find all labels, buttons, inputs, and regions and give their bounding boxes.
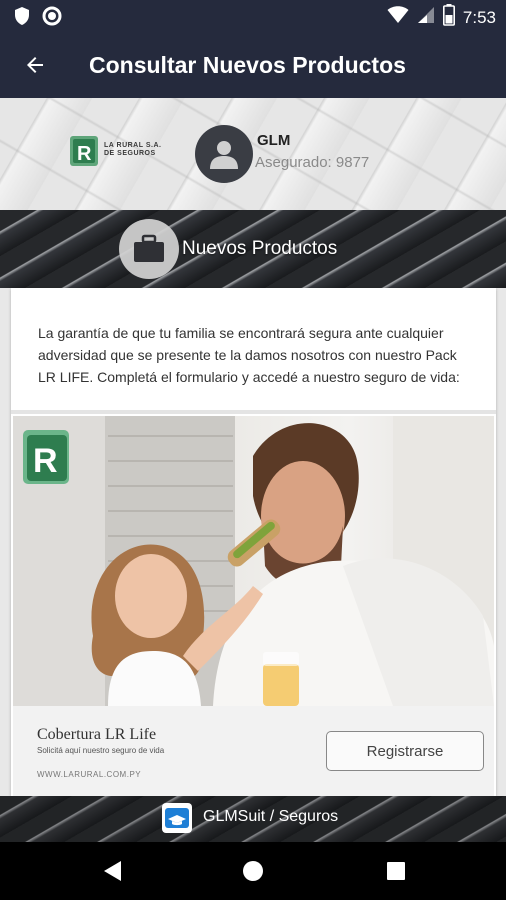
briefcase-icon — [134, 234, 164, 262]
brand-text: GLMSuit / Seguros — [203, 808, 339, 825]
arrow-left-icon — [27, 57, 43, 73]
circle-icon — [42, 6, 62, 31]
screen: 7:53 Consultar Nuevos Productos R LA RUR… — [0, 0, 506, 900]
insured-number: Asegurado: 9877 — [255, 154, 370, 171]
family-photo — [13, 416, 494, 706]
section-banner: Nuevos Productos — [0, 210, 506, 288]
back-button[interactable] — [0, 32, 70, 98]
promo-subtitle: Solicitá aquí nuestro seguro de vida — [37, 746, 165, 755]
svg-text:R: R — [33, 442, 58, 480]
app-bar: Consultar Nuevos Productos — [0, 32, 506, 98]
logo-line-2: DE SEGUROS — [104, 150, 156, 157]
promo-image: R — [13, 416, 494, 706]
promo-footer: Cobertura LR Life Solicitá aquí nuestro … — [13, 706, 494, 796]
profile-header: R LA RURAL S.A. DE SEGUROS GLM Asegurado… — [0, 98, 506, 210]
promo-title: Cobertura LR Life — [37, 726, 157, 743]
divider — [11, 410, 496, 414]
promo-logo: R — [23, 430, 73, 488]
register-button[interactable]: Registrarse — [326, 731, 484, 771]
user-icon — [210, 141, 238, 169]
status-time: 7:53 — [462, 7, 496, 27]
status-bar: 7:53 — [0, 0, 506, 32]
user-name: GLM — [257, 132, 291, 149]
product-card: La garantía de que tu familia se encontr… — [11, 288, 496, 796]
nav-back-button[interactable] — [97, 856, 127, 886]
shield-icon — [14, 6, 30, 31]
avatar[interactable] — [195, 125, 253, 183]
triangle-back-icon — [104, 861, 121, 881]
company-logo: R LA RURAL S.A. DE SEGUROS — [70, 136, 170, 176]
nav-recents-button[interactable] — [381, 856, 411, 886]
section-icon-circle — [119, 219, 179, 279]
page-title: Consultar Nuevos Productos — [89, 51, 406, 78]
square-recents-icon — [387, 862, 405, 880]
circle-home-icon — [243, 861, 263, 881]
signal-icon — [417, 6, 435, 29]
battery-icon — [442, 4, 455, 31]
logo-line-1: LA RURAL S.A. — [104, 142, 162, 149]
brand-bar: GLMSuit / Seguros — [0, 796, 506, 842]
graduation-cap-icon — [165, 808, 189, 828]
brand-icon — [162, 803, 192, 833]
product-description: La garantía de que tu familia se encontr… — [38, 325, 460, 385]
wifi-icon — [387, 6, 409, 29]
content-area: La garantía de que tu familia se encontr… — [0, 288, 506, 796]
nav-home-button[interactable] — [238, 856, 268, 886]
promo-url: WWW.LARURAL.COM.PY — [37, 770, 142, 779]
svg-text:R: R — [77, 143, 92, 165]
navigation-bar — [0, 842, 506, 900]
section-title: Nuevos Productos — [182, 238, 338, 259]
